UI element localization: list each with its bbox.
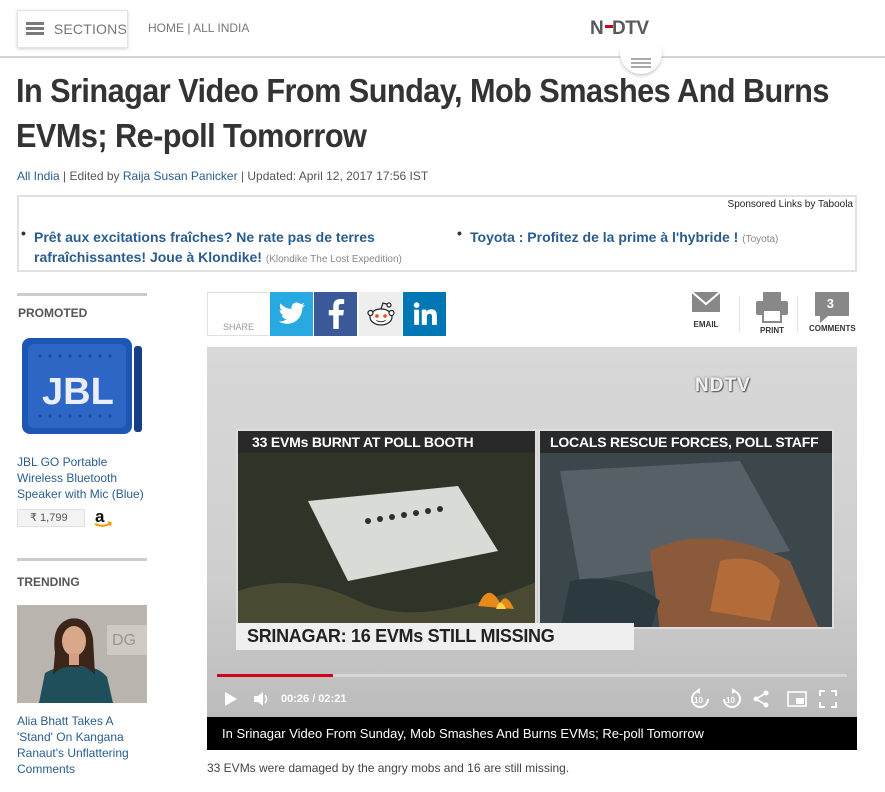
comment-bubble-icon: 3: [810, 290, 854, 323]
volume-button[interactable]: [253, 691, 271, 712]
byline: All India | Edited by Raija Susan Panick…: [17, 169, 428, 183]
sponsored-link-title[interactable]: Toyota : Profitez de la prime à l'hybrid…: [470, 229, 738, 245]
article-headline: In Srinagar Video From Sunday, Mob Smash…: [16, 72, 829, 154]
breadcrumb[interactable]: HOME | ALL INDIA: [148, 21, 249, 35]
facebook-icon: [328, 299, 344, 329]
byline-updated: | Updated: April 12, 2017 17:56 IST: [237, 169, 429, 183]
print-label: PRINT: [760, 326, 784, 335]
breadcrumb-link[interactable]: HOME | ALL INDIA: [148, 21, 249, 35]
svg-text:a: a: [95, 507, 105, 526]
video-caption: In Srinagar Video From Sunday, Mob Smash…: [207, 717, 857, 750]
video-panel-left: 33 EVMs BURNT AT POLL BOOTH: [236, 429, 537, 629]
ndtv-logo[interactable]: N DTV: [590, 17, 666, 45]
svg-text:JBL: JBL: [42, 371, 114, 413]
svg-text:DTV: DTV: [612, 18, 649, 39]
promoted-heading: PROMOTED: [18, 306, 88, 320]
byline-section-link[interactable]: All India: [17, 169, 60, 183]
video-panel-right: LOCALS RESCUE FORCES, POLL STAFF: [538, 429, 834, 629]
forward-10-button[interactable]: 10: [721, 688, 743, 715]
svg-text:10: 10: [726, 696, 735, 705]
trending-article-link[interactable]: Alia Bhatt Takes A 'Stand' On Kangana Ra…: [17, 713, 147, 777]
comments-count: 3: [826, 296, 834, 311]
article-summary: 33 EVMs were damaged by the angry mobs a…: [207, 761, 570, 775]
linkedin-share-button[interactable]: [403, 292, 446, 336]
mini-player-button[interactable]: [787, 691, 807, 712]
video-left-caption: 33 EVMs BURNT AT POLL BOOTH: [238, 431, 535, 453]
fullscreen-icon: [819, 690, 837, 708]
comments-label: COMMENTS: [809, 324, 856, 333]
video-frame[interactable]: NDTV 33 EVMs BURNT AT POLL BOOTH LOCALS …: [207, 347, 857, 717]
toolbar-divider: [797, 296, 798, 332]
amazon-icon[interactable]: a: [93, 507, 113, 529]
video-right-caption: LOCALS RESCUE FORCES, POLL STAFF: [540, 431, 832, 453]
sponsored-link-source: (Toyota): [742, 234, 779, 245]
fullscreen-button[interactable]: [819, 690, 837, 713]
bullet-icon: •: [21, 225, 26, 241]
rewind-10-button[interactable]: 10: [689, 688, 711, 715]
svg-text:DG: DG: [112, 632, 136, 649]
email-icon: [691, 291, 721, 312]
video-progress-fill: [217, 674, 333, 677]
share-icon: [753, 690, 769, 708]
jbl-speaker-image[interactable]: JBL: [20, 332, 144, 440]
svg-text:10: 10: [694, 696, 703, 705]
sponsored-label[interactable]: Sponsored Links by Taboola: [728, 199, 853, 210]
video-player[interactable]: NDTV 33 EVMs BURNT AT POLL BOOTH LOCALS …: [207, 347, 857, 750]
twitter-share-button[interactable]: [270, 292, 313, 336]
share-box: SHARE: [207, 292, 269, 336]
rewind-10-icon: 10: [691, 688, 709, 708]
trending-heading: TRENDING: [17, 575, 80, 589]
video-controls: 00:26 / 02:21 10 10: [207, 682, 857, 716]
comments-button[interactable]: 3 COMMENTS: [809, 290, 856, 333]
email-label: EMAIL: [693, 320, 719, 329]
play-icon: [225, 692, 237, 706]
forward-10-icon: 10: [723, 688, 741, 708]
sponsored-link-toyota[interactable]: • Toyota : Profitez de la prime à l'hybr…: [457, 225, 850, 250]
video-time: 00:26 / 02:21: [281, 693, 347, 705]
share-video-button[interactable]: [752, 690, 770, 713]
section-divider: [17, 293, 147, 296]
print-button[interactable]: PRINT: [755, 290, 789, 335]
section-divider: [17, 558, 147, 561]
volume-icon: [254, 692, 268, 706]
byline-editor-link[interactable]: Raija Susan Panicker: [123, 169, 238, 183]
byline-edited-by: | Edited by: [59, 169, 123, 183]
trending-article-image[interactable]: DG: [17, 605, 147, 703]
mini-player-icon: [787, 691, 807, 707]
linkedin-icon: [413, 302, 437, 325]
reddit-share-button[interactable]: [359, 292, 402, 336]
reddit-icon: [366, 302, 395, 326]
video-watermark: NDTV: [695, 375, 751, 396]
video-ticker: SRINAGAR: 16 EVMs STILL MISSING: [236, 623, 634, 650]
print-icon: [756, 292, 788, 323]
sponsored-link-source: (Klondike The Lost Expedition): [265, 254, 402, 265]
bullet-icon: •: [457, 225, 462, 241]
toolbar-divider: [739, 296, 740, 332]
sections-menu-button[interactable]: SECTIONS: [17, 10, 128, 48]
video-progress-bar[interactable]: [217, 674, 847, 677]
sections-label: SECTIONS: [53, 21, 127, 37]
twitter-icon: [278, 302, 305, 324]
email-button[interactable]: EMAIL: [691, 290, 721, 329]
hamburger-icon: [26, 22, 44, 36]
sponsored-links-box: Sponsored Links by Taboola • Prêt aux ex…: [17, 195, 857, 272]
share-label: SHARE: [223, 322, 255, 332]
top-header: SECTIONS HOME | ALL INDIA N DTV: [0, 0, 885, 74]
play-button[interactable]: [223, 691, 239, 712]
ndtv-logo-mark: N DTV: [590, 18, 650, 39]
promoted-product-link[interactable]: JBL GO Portable Wireless Bluetooth Speak…: [17, 454, 152, 502]
sponsored-link-klondike[interactable]: • Prêt aux excitations fraîches? Ne rate…: [21, 225, 444, 270]
product-price: ₹ 1,799: [17, 509, 85, 527]
facebook-share-button[interactable]: [314, 292, 357, 336]
svg-text:N: N: [590, 18, 603, 39]
